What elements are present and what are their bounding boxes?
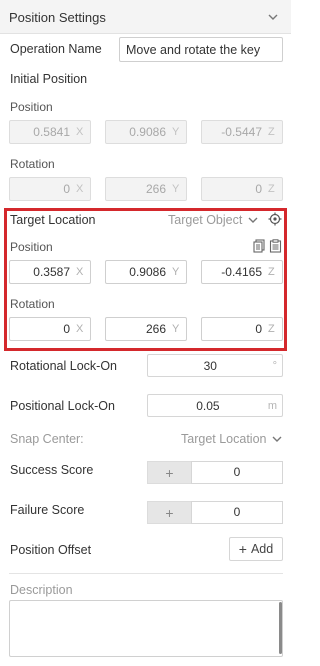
copy-icon[interactable] xyxy=(253,239,265,253)
description-label: Description xyxy=(10,583,73,597)
target-mode-chevron-icon[interactable] xyxy=(246,213,260,227)
failure-score-plus-button[interactable]: + xyxy=(147,501,191,524)
failure-score-value[interactable]: 0 xyxy=(191,501,283,524)
initial-rotation-label: Rotation xyxy=(10,157,55,171)
target-location-label: Target Location xyxy=(10,213,96,227)
snap-center-label: Snap Center: xyxy=(10,432,84,446)
target-position-y[interactable]: 0.9086 Y xyxy=(105,260,187,284)
target-mode-select[interactable]: Target Object xyxy=(168,213,242,227)
snap-center-chevron-icon[interactable] xyxy=(270,432,284,446)
positional-lock-label: Positional Lock-On xyxy=(10,399,115,413)
rotational-lock-label: Rotational Lock-On xyxy=(10,359,118,373)
target-pick-icon[interactable] xyxy=(268,212,282,226)
target-rotation-x[interactable]: 0X xyxy=(9,317,91,341)
rotational-lock-input[interactable]: 30 ° xyxy=(147,354,283,377)
add-offset-label: Add xyxy=(250,542,274,556)
initial-rotation-x: 0X xyxy=(9,177,91,201)
initial-position-heading: Initial Position xyxy=(10,72,88,86)
failure-score-stepper: + 0 xyxy=(147,501,283,524)
initial-position-z: -0.5447 Z xyxy=(201,120,283,144)
failure-score-label: Failure Score xyxy=(10,503,85,517)
target-rotation-label: Rotation xyxy=(10,297,55,311)
plus-icon: + xyxy=(238,541,247,557)
target-position-label: Position xyxy=(10,240,53,254)
position-offset-label: Position Offset xyxy=(10,543,92,557)
target-rotation-y[interactable]: 266 Y xyxy=(105,317,187,341)
chevron-down-icon[interactable] xyxy=(266,10,280,24)
divider xyxy=(9,573,283,574)
initial-position-label: Position xyxy=(10,100,53,114)
target-position-x[interactable]: 0.3587 X xyxy=(9,260,91,284)
operation-name-label: Operation Name xyxy=(10,42,102,56)
panel-header[interactable]: Position Settings xyxy=(0,0,291,34)
target-rotation-z[interactable]: 0Z xyxy=(201,317,283,341)
textarea-scrollbar[interactable] xyxy=(279,602,282,654)
success-score-value[interactable]: 0 xyxy=(191,461,283,484)
success-score-plus-button[interactable]: + xyxy=(147,461,191,484)
panel-title: Position Settings xyxy=(9,10,106,25)
success-score-label: Success Score xyxy=(10,463,94,477)
positional-lock-input[interactable]: 0.05 m xyxy=(147,394,283,417)
description-textarea[interactable] xyxy=(9,600,283,657)
initial-rotation-y: 266 Y xyxy=(105,177,187,201)
initial-position-y: 0.9086 Y xyxy=(105,120,187,144)
success-score-stepper: + 0 xyxy=(147,461,283,484)
add-offset-button[interactable]: + Add xyxy=(229,537,283,561)
target-position-z[interactable]: -0.4165 Z xyxy=(201,260,283,284)
initial-position-x: 0.5841 X xyxy=(9,120,91,144)
paste-icon[interactable] xyxy=(269,239,282,253)
initial-rotation-z: 0Z xyxy=(201,177,283,201)
operation-name-input[interactable] xyxy=(119,37,283,62)
snap-center-select[interactable]: Target Location xyxy=(181,432,266,446)
